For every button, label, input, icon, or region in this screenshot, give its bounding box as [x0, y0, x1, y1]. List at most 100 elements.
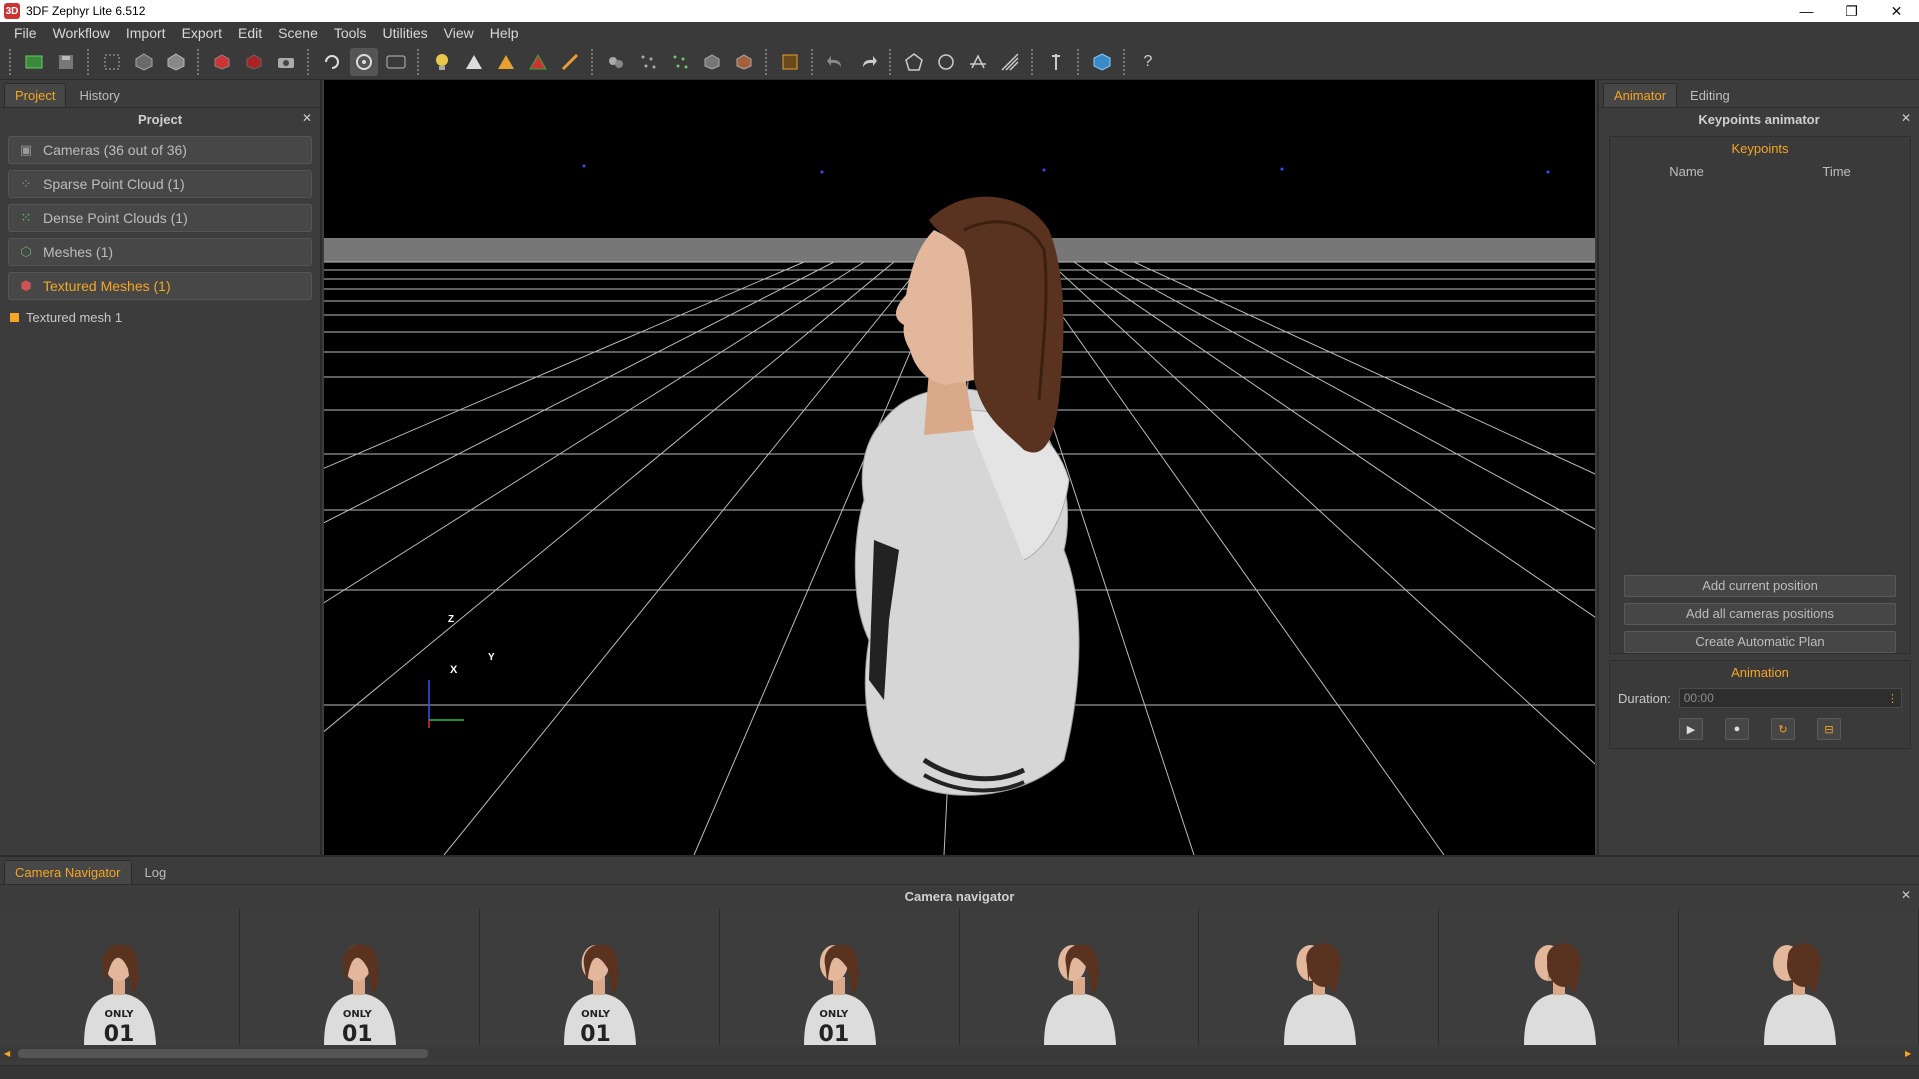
restore-button[interactable]: ❐ [1829, 0, 1874, 22]
sparse-cloud-icon: ⁘ [20, 176, 32, 191]
create-automatic-plan-button[interactable]: Create Automatic Plan [1624, 631, 1896, 653]
project-header: Project ✕ [0, 108, 320, 130]
tab-project[interactable]: Project [4, 83, 67, 107]
color-icon[interactable] [524, 48, 552, 76]
cube-blue-icon[interactable] [1088, 48, 1116, 76]
pin-icon[interactable] [964, 48, 992, 76]
toolbar-separator [307, 48, 311, 75]
brush-icon[interactable] [556, 48, 584, 76]
menu-view[interactable]: View [436, 25, 482, 41]
mesh-color-swatch [10, 313, 19, 322]
camera-thumbnail[interactable]: ONLY 01 [479, 909, 720, 1045]
menu-edit[interactable]: Edit [230, 25, 270, 41]
tab-camera-navigator[interactable]: Camera Navigator [4, 860, 132, 884]
minimize-button[interactable]: — [1784, 0, 1829, 22]
textured-mesh-entry[interactable]: Textured mesh 1 [10, 310, 320, 325]
close-button[interactable]: ✕ [1874, 0, 1919, 22]
toolbar-separator [591, 48, 595, 75]
axis-label-y: Y [488, 652, 495, 663]
scroll-right-icon[interactable]: ▶ [1905, 1049, 1915, 1059]
stop-icon[interactable]: ⊟ [1817, 718, 1841, 740]
duration-input[interactable]: 00:00 ⋮ [1678, 688, 1902, 708]
title-bar: 3D 3DF Zephyr Lite 6.512 — ❐ ✕ [0, 0, 1919, 22]
project-item-label: Meshes (1) [43, 244, 114, 260]
xmesh-icon[interactable] [382, 48, 410, 76]
warning2-icon[interactable] [492, 48, 520, 76]
red-cube-icon[interactable] [208, 48, 236, 76]
warning-icon[interactable] [460, 48, 488, 76]
duration-row: Duration: 00:00 ⋮ [1610, 684, 1910, 712]
3d-viewport[interactable]: Z Y X [324, 80, 1595, 855]
select-icon[interactable] [98, 48, 126, 76]
textured-mesh-model[interactable] [854, 196, 1080, 796]
svg-text:01: 01 [342, 1022, 373, 1045]
camera-thumbnail[interactable] [1199, 909, 1440, 1045]
project-item-sparse-cloud[interactable]: ⁘ Sparse Point Cloud (1) [8, 170, 312, 198]
camera-thumbnail[interactable]: ONLY 01 [239, 909, 480, 1045]
loop-icon[interactable]: ↻ [1771, 718, 1795, 740]
tab-animator[interactable]: Animator [1603, 83, 1678, 107]
menu-utilities[interactable]: Utilities [375, 25, 436, 41]
orbit-active-icon[interactable] [350, 47, 378, 76]
points-icon[interactable] [634, 48, 662, 76]
save-icon[interactable] [52, 48, 80, 76]
red-cube2-icon[interactable] [240, 48, 268, 76]
menu-export[interactable]: Export [174, 25, 230, 41]
ruler-icon[interactable] [996, 48, 1024, 76]
project-item-label: Cameras (36 out of 36) [43, 142, 187, 158]
circle-icon[interactable] [932, 48, 960, 76]
toolbar-separator [87, 48, 91, 75]
tab-log[interactable]: Log [134, 860, 178, 884]
redo-icon[interactable] [854, 48, 882, 76]
svg-text:ONLY: ONLY [581, 1009, 611, 1020]
project-tabs: Project History [0, 80, 320, 108]
close-icon[interactable]: ✕ [1901, 888, 1911, 902]
box-icon[interactable] [698, 48, 726, 76]
mesh-icon[interactable] [130, 48, 158, 76]
camera-thumbnail[interactable] [959, 909, 1200, 1045]
cluster-icon[interactable] [602, 48, 630, 76]
new-project-icon[interactable] [20, 48, 48, 76]
thumbnail-scrollbar[interactable]: ◀ ▶ [0, 1047, 1919, 1061]
column-name: Name [1669, 164, 1704, 179]
add-current-position-button[interactable]: Add current position [1624, 575, 1896, 597]
textured-mesh-label: Textured mesh 1 [26, 310, 123, 325]
project-item-textured-meshes[interactable]: ⬢ Textured Meshes (1) [8, 272, 312, 300]
orbit-icon[interactable] [318, 48, 346, 76]
project-item-meshes[interactable]: ⬡ Meshes (1) [8, 238, 312, 266]
menu-file[interactable]: File [6, 25, 45, 41]
menu-workflow[interactable]: Workflow [45, 25, 118, 41]
camera-icon[interactable] [272, 48, 300, 76]
cube-icon[interactable] [162, 48, 190, 76]
polygon-icon[interactable] [900, 48, 928, 76]
tool-icon[interactable] [1042, 48, 1070, 76]
menu-help[interactable]: Help [482, 25, 527, 41]
project-item-cameras[interactable]: ▣ Cameras (36 out of 36) [8, 136, 312, 164]
camera-thumbnail[interactable]: ONLY 01 [719, 909, 960, 1045]
lightbulb-icon[interactable] [428, 48, 456, 76]
scene-canvas [324, 164, 1595, 855]
points2-icon[interactable] [666, 48, 694, 76]
undo-icon[interactable] [822, 48, 850, 76]
bbox-icon[interactable] [776, 48, 804, 76]
camera-thumbnail[interactable] [1679, 909, 1919, 1045]
camera-markers [582, 164, 1550, 174]
camera-thumbnail[interactable] [1439, 909, 1680, 1045]
tab-editing[interactable]: Editing [1679, 83, 1741, 107]
close-icon[interactable]: ✕ [302, 111, 312, 125]
close-icon[interactable]: ✕ [1901, 111, 1911, 125]
menu-tools[interactable]: Tools [326, 25, 375, 41]
help-icon[interactable]: ? [1134, 48, 1162, 76]
project-item-dense-cloud[interactable]: ⁙ Dense Point Clouds (1) [8, 204, 312, 232]
mesh-box-icon[interactable] [730, 48, 758, 76]
add-all-cameras-button[interactable]: Add all cameras positions [1624, 603, 1896, 625]
camera-thumbnail[interactable]: ONLY 01 [0, 909, 240, 1045]
spinner-icon[interactable]: ⋮ [1887, 690, 1898, 708]
tab-history[interactable]: History [68, 83, 130, 107]
scroll-left-icon[interactable]: ◀ [4, 1049, 14, 1059]
menu-import[interactable]: Import [118, 25, 174, 41]
play-icon[interactable]: ▶ [1679, 718, 1703, 740]
scrollbar-thumb[interactable] [18, 1049, 428, 1058]
record-icon[interactable]: ● [1725, 718, 1749, 740]
menu-scene[interactable]: Scene [270, 25, 326, 41]
